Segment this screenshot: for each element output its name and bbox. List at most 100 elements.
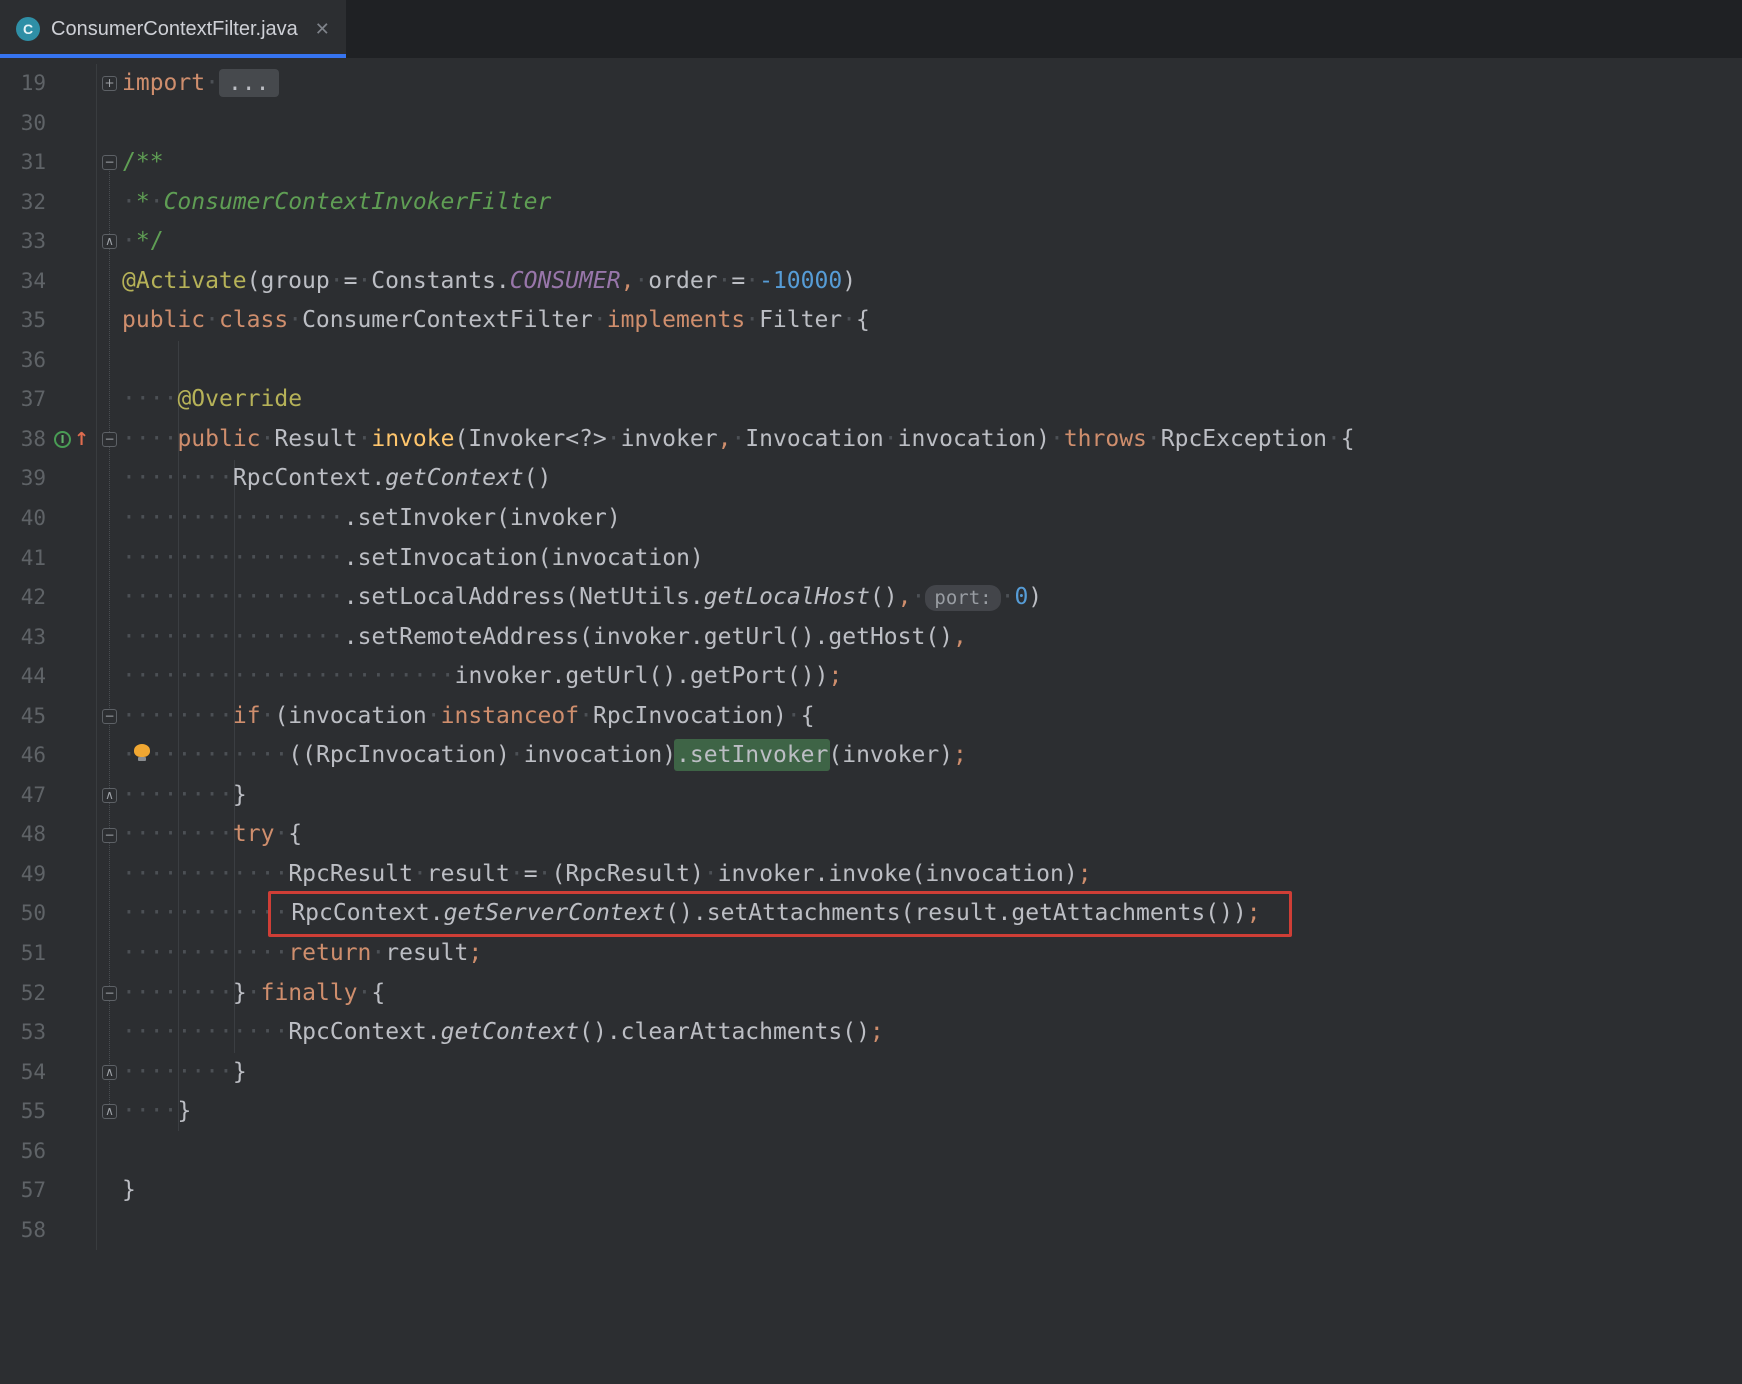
tab-consumercontextfilter-java[interactable]: C ConsumerContextFilter.java ✕ [0,0,346,58]
line-number[interactable]: 51 [0,934,46,974]
whitespace-dot: · [247,663,261,689]
code-text[interactable]: ········if·(invocation·instanceof·RpcInv… [122,697,1742,737]
line-number[interactable]: 53 [0,1013,46,1053]
overrides-method-arrow-icon[interactable]: ↑ [74,431,89,449]
line-number[interactable]: 32 [0,183,46,223]
line-number[interactable]: 34 [0,262,46,302]
line-number[interactable]: 35 [0,301,46,341]
line-number[interactable]: 57 [0,1171,46,1211]
code-text[interactable]: /** [122,143,1742,183]
line-number[interactable]: 41 [0,539,46,579]
line-number[interactable]: 40 [0,499,46,539]
code-text[interactable]: ············RpcContext.getContext().clea… [122,1013,1742,1053]
code-text[interactable]: ········}·finally·{ [122,974,1742,1014]
code-line: 57} [0,1171,1742,1211]
code-line: 19 + import·... [0,64,1742,104]
code-text[interactable]: ············((RpcInvocation)·invocation)… [122,736,1742,776]
code-text[interactable]: ····} [122,1092,1742,1132]
line-number[interactable]: 39 [0,459,46,499]
line-number[interactable]: 30 [0,104,46,144]
line-number[interactable]: 47 [0,776,46,816]
code-text[interactable]: ········try·{ [122,815,1742,855]
gutter-icons [46,776,96,816]
line-number[interactable]: 49 [0,855,46,895]
line-number[interactable]: 52 [0,974,46,1014]
code-text[interactable]: ············RpcContext.getServerContext(… [122,894,1742,934]
code-text[interactable]: ············RpcResult·result·=·(RpcResul… [122,855,1742,895]
fold-marker-start-icon[interactable]: − [102,986,117,1001]
fold-marker-start-icon[interactable]: − [102,709,117,724]
whitespace-dot: · [191,624,205,650]
code-token: ·result [371,940,468,966]
line-number[interactable]: 58 [0,1211,46,1251]
fold-marker-plus-icon[interactable]: + [102,76,117,91]
implements-method-icon[interactable]: I [54,431,71,448]
code-text[interactable]: ························invoker.getUrl()… [122,657,1742,697]
line-number[interactable]: 44 [0,657,46,697]
whitespace-dot: · [233,505,247,531]
code-token: , [718,426,732,452]
code-text[interactable]: ················.setRemoteAddress(invoke… [122,618,1742,658]
tab-close-icon[interactable]: ✕ [315,19,330,40]
code-text[interactable]: ········RpcContext.getContext() [122,459,1742,499]
code-text[interactable]: ····public·Result·invoke(Invoker<?>·invo… [122,420,1742,460]
code-text[interactable]: ················.setInvocation(invocatio… [122,539,1742,579]
code-text[interactable]: ·*/ [122,222,1742,262]
code-editor[interactable]: 19+import·...3031−/**32·*·ConsumerContex… [0,58,1742,1384]
line-number[interactable]: 48 [0,815,46,855]
code-text[interactable]: ········} [122,1053,1742,1093]
line-number[interactable]: 54 [0,1053,46,1093]
fold-marker-start-icon[interactable]: − [102,155,117,170]
line-number[interactable]: 37 [0,380,46,420]
whitespace-dot: · [122,624,136,650]
line-number[interactable]: 31 [0,143,46,183]
code-text[interactable] [122,341,1742,381]
code-text[interactable] [122,104,1742,144]
line-number[interactable]: 50 [0,894,46,934]
intention-lightbulb-icon[interactable] [134,744,150,757]
code-text[interactable]: public·class·ConsumerContextFilter·imple… [122,301,1742,341]
whitespace-dot: · [219,545,233,571]
whitespace-dot: · [150,505,164,531]
code-text[interactable] [122,1211,1742,1251]
fold-marker-end-icon[interactable]: ∧ [102,234,117,249]
line-number[interactable]: 38 [0,420,46,460]
code-token: ·*· [122,189,164,215]
code-token: ················.setRemoteAddress(invoke… [122,624,953,650]
code-token: ·order·=· [634,268,759,294]
whitespace-dot: · [136,584,150,610]
whitespace-dot: · [358,980,372,1006]
code-text[interactable]: ············return·result; [122,934,1742,974]
fold-marker-start-icon[interactable]: − [102,828,117,843]
fold-marker-end-icon[interactable]: ∧ [102,1065,117,1080]
line-number[interactable]: 45 [0,697,46,737]
line-number[interactable]: 36 [0,341,46,381]
code-text[interactable]: ········} [122,776,1742,816]
line-number[interactable]: 55 [0,1092,46,1132]
line-number[interactable]: 42 [0,578,46,618]
code-token: · [1001,584,1015,610]
line-number[interactable]: 33 [0,222,46,262]
code-text[interactable]: @Activate(group·=·Constants.CONSUMER,·or… [122,262,1742,302]
fold-marker-end-icon[interactable]: ∧ [102,1104,117,1119]
code-text[interactable]: ····@Override [122,380,1742,420]
whitespace-dot: · [150,426,164,452]
whitespace-dot: · [704,861,718,887]
code-text[interactable]: ·*·ConsumerContextInvokerFilter [122,183,1742,223]
whitespace-dot: · [191,940,205,966]
fold-marker-start-icon[interactable]: − [102,432,117,447]
code-text[interactable] [122,1132,1742,1172]
code-token: ············RpcContext. [122,1019,441,1045]
code-text[interactable]: import·... [122,64,1742,104]
whitespace-dot: · [316,624,330,650]
code-text[interactable]: ················.setInvoker(invoker) [122,499,1742,539]
whitespace-dot: · [164,742,178,768]
line-number[interactable]: 56 [0,1132,46,1172]
code-text[interactable]: ················.setLocalAddress(NetUtil… [122,578,1742,618]
line-number[interactable]: 19 [0,64,46,104]
line-number[interactable]: 43 [0,618,46,658]
fold-marker-end-icon[interactable]: ∧ [102,788,117,803]
line-number[interactable]: 46 [0,736,46,776]
code-text[interactable]: } [122,1171,1742,1211]
code-token: } [122,1177,136,1203]
